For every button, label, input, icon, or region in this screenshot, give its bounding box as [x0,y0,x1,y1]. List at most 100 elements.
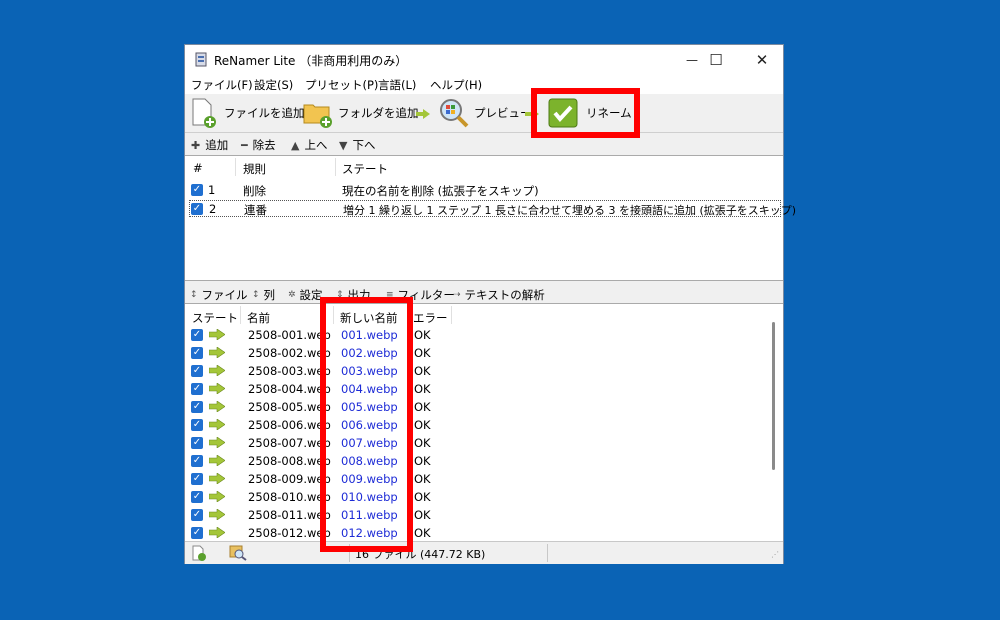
divider [547,544,548,562]
preview-button[interactable]: プレビュー [438,97,532,129]
column-divider [240,306,241,324]
arrow-right-icon [209,455,225,466]
file-row[interactable]: ✓ 2508-012.web 012.webp OK [185,524,763,542]
file-name: 2508-009.web [248,472,331,486]
file-name: 2508-008.web [248,454,331,468]
tab-text-analysis[interactable]: ⇢ テキストの解析 [453,287,545,303]
menu-bar: ファイル(F) 設定(S) プリセット(P) 言語(L) ヘルプ(H) [185,74,783,94]
file-row[interactable]: ✓ 2508-004.web 004.webp OK [185,380,763,398]
arrow-right-icon [209,383,225,394]
menu-settings[interactable]: 設定(S) [254,77,293,93]
file-error: OK [414,472,431,486]
arrow-down-icon: ▼ [339,138,348,152]
rename-highlight-box [531,88,640,138]
file-row[interactable]: ✓ 2508-011.web 011.webp OK [185,506,763,524]
rules-header-num[interactable]: # [193,161,203,175]
arrow-right-icon [209,491,225,502]
files-header-error[interactable]: エラー [413,310,448,326]
move-down-button[interactable]: ▼ 下へ [339,137,375,153]
remove-rule-button[interactable]: ━ 除去 [241,137,276,153]
arrow-right-icon [209,473,225,484]
file-name: 2508-004.web [248,382,331,396]
file-row[interactable]: ✓ 2508-005.web 005.webp OK [185,398,763,416]
renamer-window: ReNamer Lite （非商用利用のみ） — ☐ ✕ ファイル(F) 設定(… [184,44,796,564]
file-row[interactable]: ✓ 2508-002.web 002.webp OK [185,344,763,362]
file-error: OK [414,508,431,522]
file-checkbox[interactable]: ✓ [191,509,203,521]
tab-settings[interactable]: ✲ 設定 [288,287,323,303]
new-name-highlight-box [320,297,413,552]
file-checkbox[interactable]: ✓ [191,401,203,413]
file-checkbox[interactable]: ✓ [191,455,203,467]
file-checkbox[interactable]: ✓ [191,491,203,503]
file-error: OK [414,364,431,378]
files-header-name[interactable]: 名前 [247,310,270,326]
file-name: 2508-001.web [248,328,331,342]
file-row[interactable]: ✓ 2508-010.web 010.webp OK [185,488,763,506]
file-name: 2508-010.web [248,490,331,504]
file-checkbox[interactable]: ✓ [191,437,203,449]
menu-help[interactable]: ヘルプ(H) [430,77,482,93]
rule-checkbox[interactable]: ✓ [191,184,203,196]
file-name: 2508-007.web [248,436,331,450]
file-row[interactable]: ✓ 2508-001.web 001.webp OK [185,326,763,344]
scrollbar-thumb[interactable] [772,322,775,470]
add-file-icon[interactable] [191,545,207,561]
rule-num: 1 [208,183,216,197]
vertical-scrollbar[interactable] [765,306,781,540]
file-name: 2508-012.web [248,526,331,540]
add-rule-button[interactable]: ✚ 追加 [191,137,228,153]
file-checkbox[interactable]: ✓ [191,365,203,377]
column-divider [451,306,452,324]
rules-header-rule[interactable]: 規則 [243,161,266,177]
files-header-state[interactable]: ステート [192,310,238,326]
file-name: 2508-002.web [248,346,331,360]
file-row[interactable]: ✓ 2508-009.web 009.webp OK [185,470,763,488]
file-error: OK [414,346,431,360]
file-row[interactable]: ✓ 2508-003.web 003.webp OK [185,362,763,380]
file-name: 2508-011.web [248,508,331,522]
file-checkbox[interactable]: ✓ [191,347,203,359]
gear-icon: ✲ [288,290,296,300]
file-row[interactable]: ✓ 2508-008.web 008.webp OK [185,452,763,470]
arrow-right-icon [209,347,225,358]
file-row[interactable]: ✓ 2508-007.web 007.webp OK [185,434,763,452]
rules-list: # 規則 ステート ✓ 1 削除 現在の名前を削除 (拡張子をスキップ) ✓ 2… [185,155,796,281]
add-folder-button[interactable]: フォルダを追加 [302,97,419,129]
minus-icon: ━ [241,138,248,152]
file-checkbox[interactable]: ✓ [191,473,203,485]
rule-name: 連番 [244,203,267,217]
add-files-button[interactable]: ファイルを追加 [190,97,305,129]
rules-toolbar: ✚ 追加 ━ 除去 ▲ 上へ ▼ 下へ [185,134,783,154]
file-checkbox[interactable]: ✓ [191,383,203,395]
tab-files[interactable]: ↕ ファイル [190,287,248,303]
arrow-right-icon [416,109,430,119]
file-checkbox[interactable]: ✓ [191,419,203,431]
rules-header-state[interactable]: ステート [342,161,388,177]
resize-grip-icon[interactable]: ⋰ [771,550,779,559]
status-bar: 16 ファイル (447.72 KB) ⋰ [185,541,783,564]
file-error: OK [414,436,431,450]
maximize-button[interactable]: ☐ [693,45,739,74]
rule-num: 2 [209,202,217,216]
arrow-right-icon [209,401,225,412]
close-button[interactable]: ✕ [739,45,785,74]
rule-name: 削除 [243,184,266,198]
magnifier-icon[interactable] [229,544,247,561]
menu-file[interactable]: ファイル(F) [191,77,253,93]
file-panel-tabs: ↕ ファイル ↕ 列 ✲ 設定 ⇕ 出力 ≡ フィルター ⇢ テキストの解析 [185,283,783,303]
plus-icon: ✚ [191,138,201,152]
file-error: OK [414,418,431,432]
column-divider [235,158,236,176]
tab-columns[interactable]: ↕ 列 [252,287,275,303]
menu-language[interactable]: 言語(L) [378,77,416,93]
move-up-button[interactable]: ▲ 上へ [291,137,327,153]
rule-checkbox[interactable]: ✓ [191,203,203,215]
file-row[interactable]: ✓ 2508-006.web 006.webp OK [185,416,763,434]
analyze-icon: ⇢ [453,290,461,300]
rule-row[interactable]: ✓ 2 連番 増分 1 繰り返し 1 ステップ 1 長さに合わせて埋める 3 を… [189,200,796,217]
file-checkbox[interactable]: ✓ [191,527,203,539]
main-toolbar: ファイルを追加 フォルダを追加 プレビュー リネーム [185,94,783,132]
file-checkbox[interactable]: ✓ [191,329,203,341]
menu-presets[interactable]: プリセット(P) [305,77,378,93]
